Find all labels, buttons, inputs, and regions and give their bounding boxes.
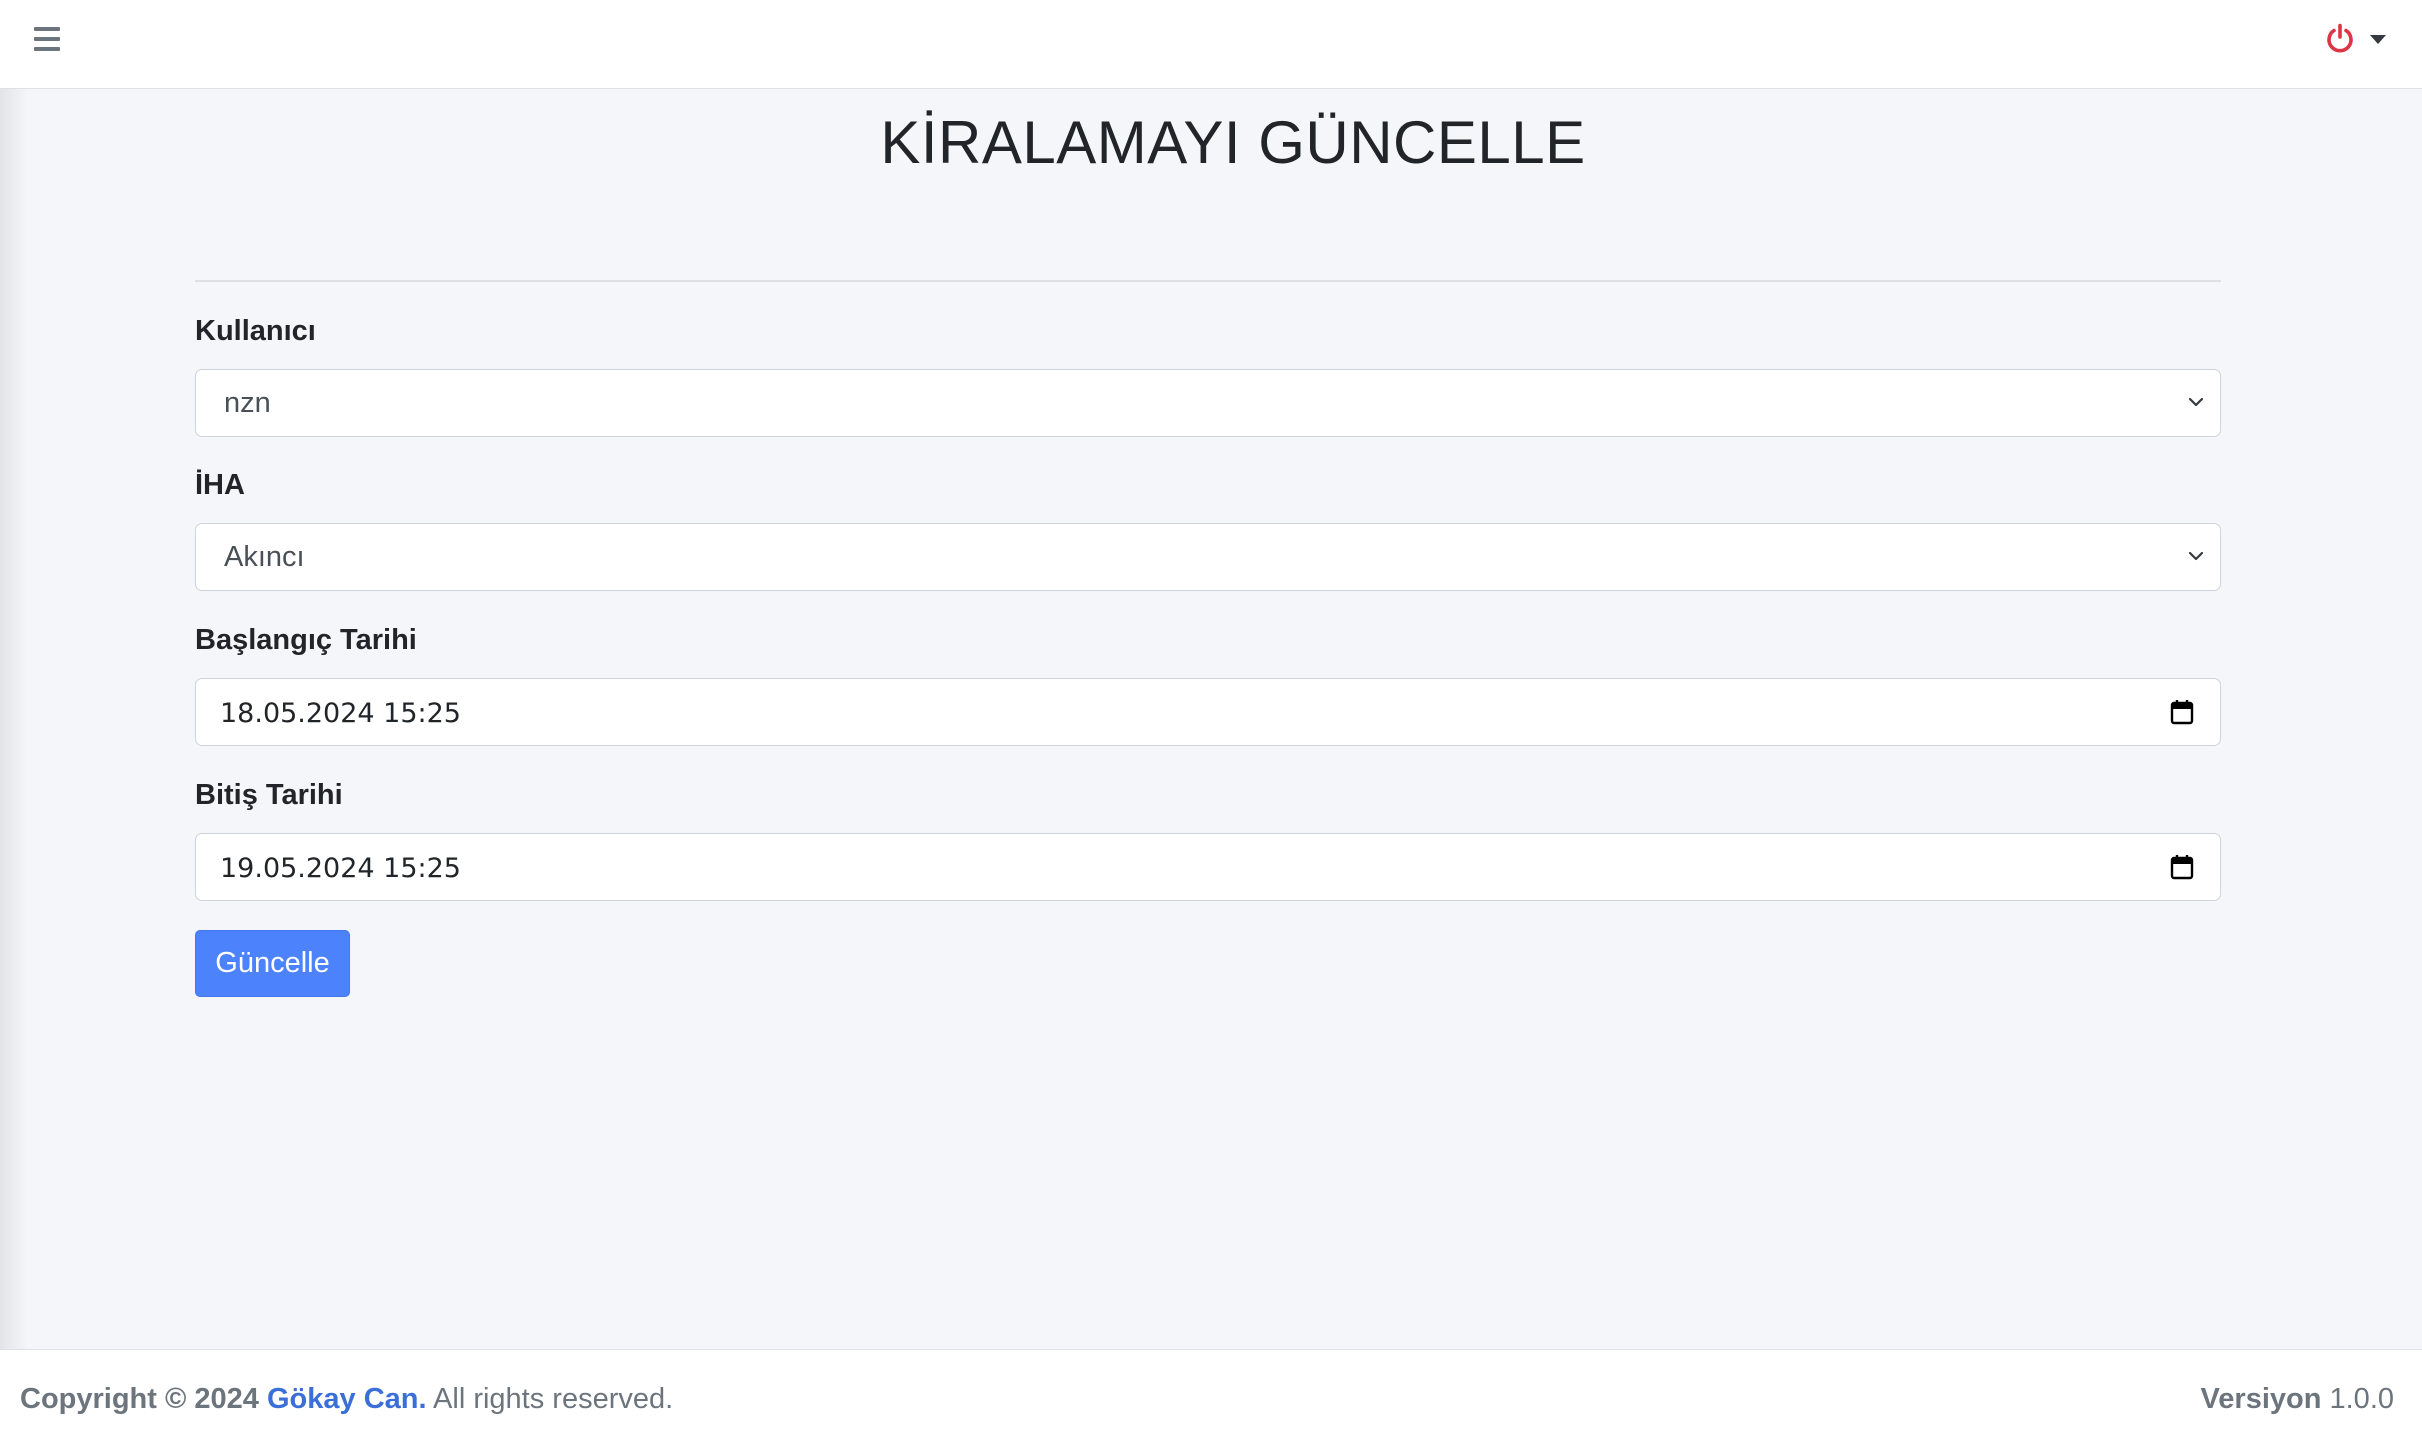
title-divider <box>195 280 2221 282</box>
chevron-down-icon <box>2188 397 2204 407</box>
sidebar-shadow <box>0 89 28 1349</box>
uav-select[interactable]: Akıncı <box>195 523 2221 591</box>
footer-copyright: Copyright © 2024 Gökay Can. All rights r… <box>20 1383 673 1416</box>
chevron-down-icon <box>2188 551 2204 561</box>
end-date-input[interactable]: 19.05.2024 15:25 <box>195 833 2221 901</box>
start-date-label: Başlangıç Tarihi <box>195 624 417 656</box>
user-select-value: nzn <box>224 387 271 419</box>
hamburger-icon[interactable] <box>34 27 62 51</box>
start-date-input[interactable]: 18.05.2024 15:25 <box>195 678 2221 746</box>
copyright-text: Copyright © 2024 <box>20 1383 259 1415</box>
caret-down-icon <box>2370 35 2386 44</box>
update-button[interactable]: Güncelle <box>195 930 350 997</box>
user-menu-dropdown[interactable] <box>2324 20 2388 60</box>
footer-version: Versiyon 1.0.0 <box>2201 1383 2394 1416</box>
version-value: 1.0.0 <box>2329 1383 2395 1415</box>
top-navbar <box>0 0 2422 89</box>
uav-select-value: Akıncı <box>224 541 305 573</box>
version-label: Versiyon <box>2200 1383 2322 1415</box>
end-date-value: 19.05.2024 15:25 <box>220 853 461 884</box>
power-icon <box>2327 23 2353 53</box>
user-label: Kullanıcı <box>195 315 316 347</box>
rights-text: All rights reserved. <box>433 1383 674 1415</box>
author-link[interactable]: Gökay Can. <box>267 1383 427 1415</box>
calendar-icon[interactable] <box>2170 699 2194 725</box>
footer: Copyright © 2024 Gökay Can. All rights r… <box>0 1349 2422 1440</box>
page-title: KİRALAMAYI GÜNCELLE <box>880 109 1586 176</box>
user-select[interactable]: nzn <box>195 369 2221 437</box>
end-date-label: Bitiş Tarihi <box>195 779 343 811</box>
calendar-icon[interactable] <box>2170 854 2194 880</box>
uav-label: İHA <box>195 469 245 501</box>
start-date-value: 18.05.2024 15:25 <box>220 698 461 729</box>
